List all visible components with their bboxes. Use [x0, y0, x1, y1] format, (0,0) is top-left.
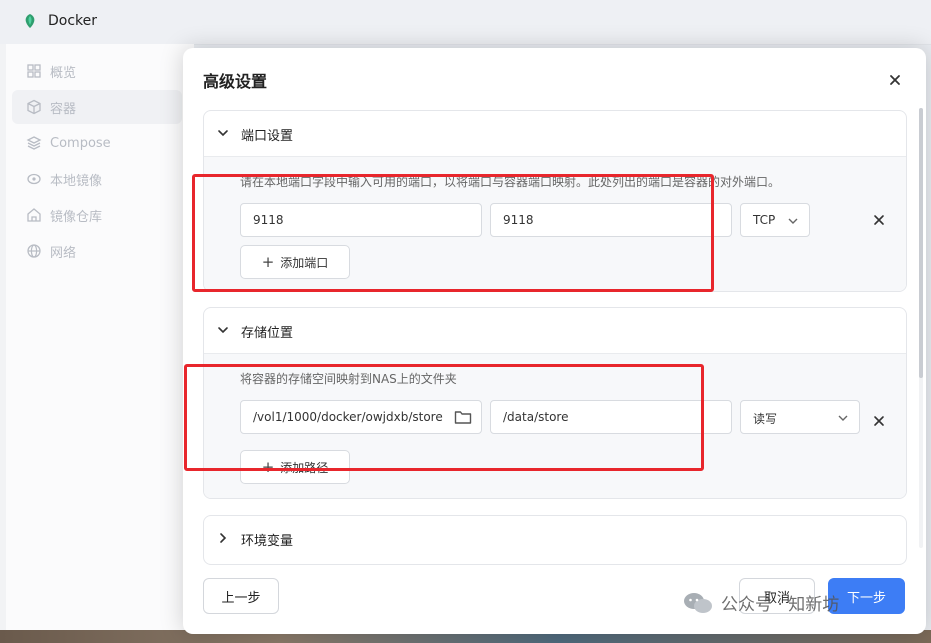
home-icon	[27, 208, 41, 222]
add-path-label: 添加路径	[280, 460, 329, 475]
mount-mode-select[interactable]: 读写	[740, 400, 860, 434]
grid-icon	[27, 64, 41, 78]
ports-panel: 端口设置 请在本地端口字段中输入可用的端口，以将端口与容器端口映射。此处列出的端…	[203, 110, 907, 292]
scrollbar-thumb[interactable]	[919, 108, 923, 378]
sidebar-item-label: 概览	[50, 65, 77, 81]
storage-panel-header[interactable]: 存储位置	[204, 308, 906, 353]
sidebar-item-label: Compose	[50, 135, 111, 151]
container-port-input[interactable]: 9118	[490, 203, 732, 237]
ports-panel-body: 请在本地端口字段中输入可用的端口，以将端口与容器端口映射。此处列出的端口是容器的…	[204, 156, 906, 291]
storage-section-label: 存储位置	[241, 326, 294, 341]
plus-icon: +	[261, 253, 275, 271]
host-path-input[interactable]: /vol1/1000/docker/owjdxb/store	[240, 400, 482, 434]
env-section-label: 环境变量	[241, 534, 294, 549]
local-port-input[interactable]: 9118	[240, 203, 482, 237]
env-panel: 环境变量	[203, 515, 907, 565]
sidebar-item-registry[interactable]: 镜像仓库	[12, 198, 182, 232]
chevron-down-icon	[218, 327, 228, 334]
container-path-input[interactable]: /data/store	[490, 400, 732, 434]
ports-panel-header[interactable]: 端口设置	[204, 111, 906, 156]
next-step-button[interactable]: 下一步	[828, 578, 905, 614]
advanced-settings-dialog: 高级设置 端口设置 请在本地端口字段中输入可用的端口，以将端口与容器端口映射。此…	[183, 48, 926, 634]
mount-mode-value: 读写	[753, 412, 778, 426]
sidebar-item-compose[interactable]: Compose	[12, 126, 182, 160]
docker-logo-icon	[25, 14, 35, 28]
window-titlebar: Docker	[0, 0, 931, 45]
watermark: 公众号 · 知新坊	[683, 590, 839, 615]
disc-icon	[27, 173, 41, 185]
add-path-button[interactable]: + 添加路径	[240, 450, 350, 484]
chevron-down-icon	[838, 415, 848, 421]
app-title: Docker	[48, 13, 98, 29]
folder-icon[interactable]	[454, 409, 472, 425]
add-port-button[interactable]: + 添加端口	[240, 245, 350, 279]
sidebar-item-overview[interactable]: 概览	[12, 54, 182, 88]
chevron-down-icon	[218, 130, 228, 137]
protocol-select[interactable]: TCP	[740, 203, 810, 237]
close-icon[interactable]	[885, 70, 905, 90]
prev-step-button[interactable]: 上一步	[203, 578, 279, 614]
sidebar: 概览 容器 Compose 本地镜像 镜像仓库 网络	[6, 44, 194, 643]
storage-panel-body: 将容器的存储空间映射到NAS上的文件夹 /vol1/1000/docker/ow…	[204, 353, 906, 498]
sidebar-item-label: 容器	[50, 101, 77, 117]
add-port-label: 添加端口	[280, 255, 329, 270]
ports-description: 请在本地端口字段中输入可用的端口，以将端口与容器端口映射。此处列出的端口是容器的…	[240, 175, 781, 189]
remove-path-icon[interactable]	[872, 414, 886, 428]
protocol-value: TCP	[753, 213, 776, 227]
wechat-logo-icon	[684, 592, 712, 613]
storage-description: 将容器的存储空间映射到NAS上的文件夹	[240, 372, 457, 386]
chevron-right-icon	[220, 533, 227, 543]
chevron-down-icon	[788, 218, 798, 224]
layers-icon	[26, 136, 42, 150]
dialog-title: 高级设置	[203, 72, 268, 91]
ports-section-label: 端口设置	[241, 129, 294, 144]
sidebar-item-containers[interactable]: 容器	[12, 90, 182, 124]
sidebar-item-label: 本地镜像	[50, 173, 103, 189]
globe-icon	[27, 244, 41, 258]
sidebar-item-network[interactable]: 网络	[12, 234, 182, 268]
env-panel-header[interactable]: 环境变量	[204, 516, 906, 561]
sidebar-item-label: 网络	[50, 245, 77, 261]
cube-icon	[27, 99, 41, 115]
sidebar-item-label: 镜像仓库	[50, 209, 103, 225]
remove-port-icon[interactable]	[872, 213, 886, 227]
storage-panel: 存储位置 将容器的存储空间映射到NAS上的文件夹 /vol1/1000/dock…	[203, 307, 907, 499]
sidebar-item-local-images[interactable]: 本地镜像	[12, 162, 182, 196]
watermark-text: 公众号 · 知新坊	[721, 595, 840, 615]
plus-icon: +	[261, 458, 275, 476]
